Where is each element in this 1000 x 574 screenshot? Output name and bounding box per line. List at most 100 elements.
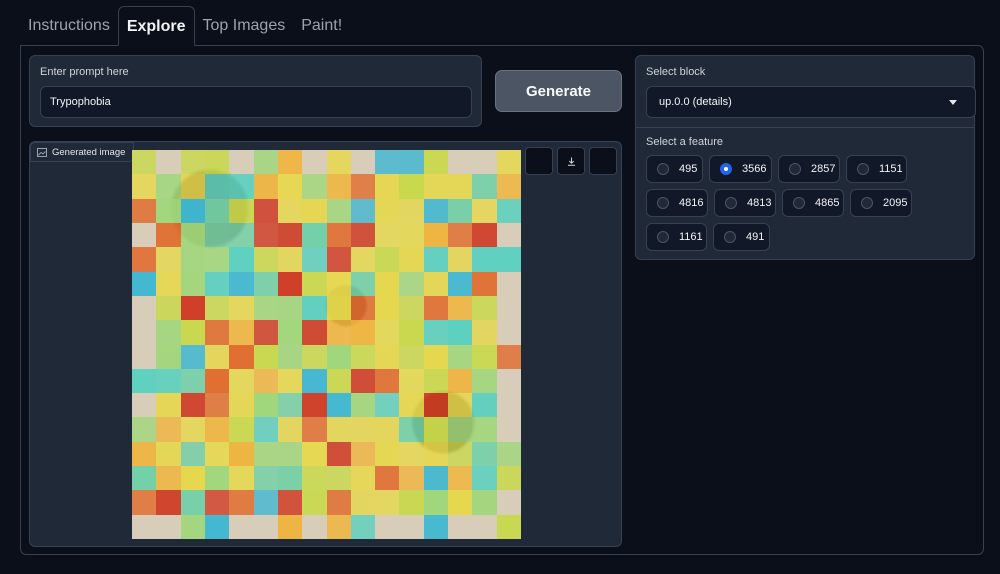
image-action-button-1[interactable] (525, 147, 553, 175)
heatmap-cell (350, 490, 376, 515)
radio-icon (857, 163, 869, 175)
heatmap-cell (180, 393, 205, 418)
heatmap-cell (302, 417, 327, 442)
heatmap-cell (375, 174, 400, 199)
heatmap-cell (180, 271, 205, 296)
heatmap-cell (472, 271, 497, 296)
heatmap-cell (399, 174, 424, 199)
feature-option-3566[interactable]: 3566 (709, 155, 772, 183)
feature-option-491[interactable]: 491 (713, 223, 770, 251)
heatmap-cell (399, 490, 424, 515)
heatmap-cell (204, 417, 230, 442)
heatmap-cell (399, 222, 424, 248)
heatmap-cell (253, 247, 278, 272)
heatmap-cell (448, 271, 473, 296)
heatmap-cell (277, 466, 303, 491)
feature-option-1151[interactable]: 1151 (846, 155, 907, 183)
heatmap-cell (302, 174, 327, 199)
tab-explore[interactable]: Explore (117, 6, 195, 46)
heatmap-cell (375, 198, 400, 223)
feature-option-2095[interactable]: 2095 (850, 189, 912, 217)
heatmap-cell (326, 393, 351, 418)
heatmap-cell (350, 368, 376, 394)
feature-option-4865[interactable]: 4865 (782, 189, 844, 217)
heatmap-cell (375, 417, 400, 442)
heatmap-cell (302, 295, 327, 321)
heatmap-cell (375, 393, 400, 418)
prompt-input[interactable] (40, 86, 472, 118)
heatmap-cell (156, 368, 181, 394)
heatmap-cell (350, 222, 376, 248)
heatmap-cell (399, 466, 424, 491)
heatmap-cell (156, 490, 181, 515)
heatmap-cell (423, 466, 449, 491)
heatmap-cell (253, 466, 278, 491)
heatmap-cell (448, 417, 473, 442)
heatmap-cell (375, 344, 400, 369)
heatmap-cell (399, 320, 424, 345)
heatmap-cell (399, 198, 424, 223)
heatmap-cell (375, 247, 400, 272)
heatmap-cell (496, 174, 521, 199)
feature-option-4813[interactable]: 4813 (714, 189, 776, 217)
heatmap-cell (204, 393, 230, 418)
tab-top-images[interactable]: Top Images (195, 6, 294, 46)
heatmap-cell (375, 271, 400, 296)
heatmap-cell (156, 344, 181, 369)
heatmap-cell (423, 198, 449, 223)
feature-option-2857[interactable]: 2857 (778, 155, 840, 183)
chevron-down-icon (949, 100, 957, 105)
heatmap-cell (423, 490, 449, 515)
heatmap-cell (496, 150, 521, 175)
heatmap-cell (132, 490, 157, 515)
heatmap-cell (229, 344, 254, 369)
radio-icon (657, 197, 669, 209)
heatmap-cell (180, 368, 205, 394)
heatmap-cell (302, 271, 327, 296)
heatmap-cell (156, 222, 181, 248)
tab-paint[interactable]: Paint! (293, 6, 350, 46)
heatmap-cell (375, 368, 400, 394)
heatmap-cell (496, 247, 521, 272)
heatmap-cell (350, 466, 376, 491)
heatmap-cell (204, 295, 230, 321)
block-select[interactable]: up.0.0 (details) (646, 86, 976, 118)
heatmap-cell (277, 174, 303, 199)
feature-option-4816[interactable]: 4816 (646, 189, 708, 217)
heatmap-cell (302, 441, 327, 467)
download-button[interactable] (557, 147, 585, 175)
heatmap-cell (448, 174, 473, 199)
heatmap-cell (472, 441, 497, 467)
heatmap-cell (229, 198, 254, 223)
heatmap-cell (350, 344, 376, 369)
heatmap-cell (423, 320, 449, 345)
download-icon (567, 157, 575, 166)
feature-option-495[interactable]: 495 (646, 155, 703, 183)
heatmap-cell (448, 490, 473, 515)
heatmap-cell (180, 466, 205, 491)
tab-instructions[interactable]: Instructions (20, 6, 118, 46)
image-action-button-3[interactable] (589, 147, 617, 175)
heatmap-cell (253, 174, 278, 199)
heatmap-cell (350, 174, 376, 199)
heatmap-cell (253, 368, 278, 394)
heatmap-cell (277, 320, 303, 345)
heatmap-cell (277, 344, 303, 369)
heatmap-cell (156, 466, 181, 491)
heatmap-cell (229, 490, 254, 515)
generate-button[interactable]: Generate (495, 70, 622, 112)
heatmap-cell (204, 441, 230, 467)
heatmap-cell (253, 295, 278, 321)
heatmap-cell (472, 417, 497, 442)
heatmap-cell (204, 222, 230, 248)
heatmap-cell (156, 247, 181, 272)
heatmap-cell (448, 393, 473, 418)
heatmap-cell (350, 271, 376, 296)
feature-option-label: 491 (746, 231, 765, 243)
heatmap-cell (472, 295, 497, 321)
heatmap-cell (375, 441, 400, 467)
feature-option-1161[interactable]: 1161 (646, 223, 707, 251)
heatmap-cell (302, 393, 327, 418)
radio-icon (789, 163, 801, 175)
heatmap-cell (375, 320, 400, 345)
